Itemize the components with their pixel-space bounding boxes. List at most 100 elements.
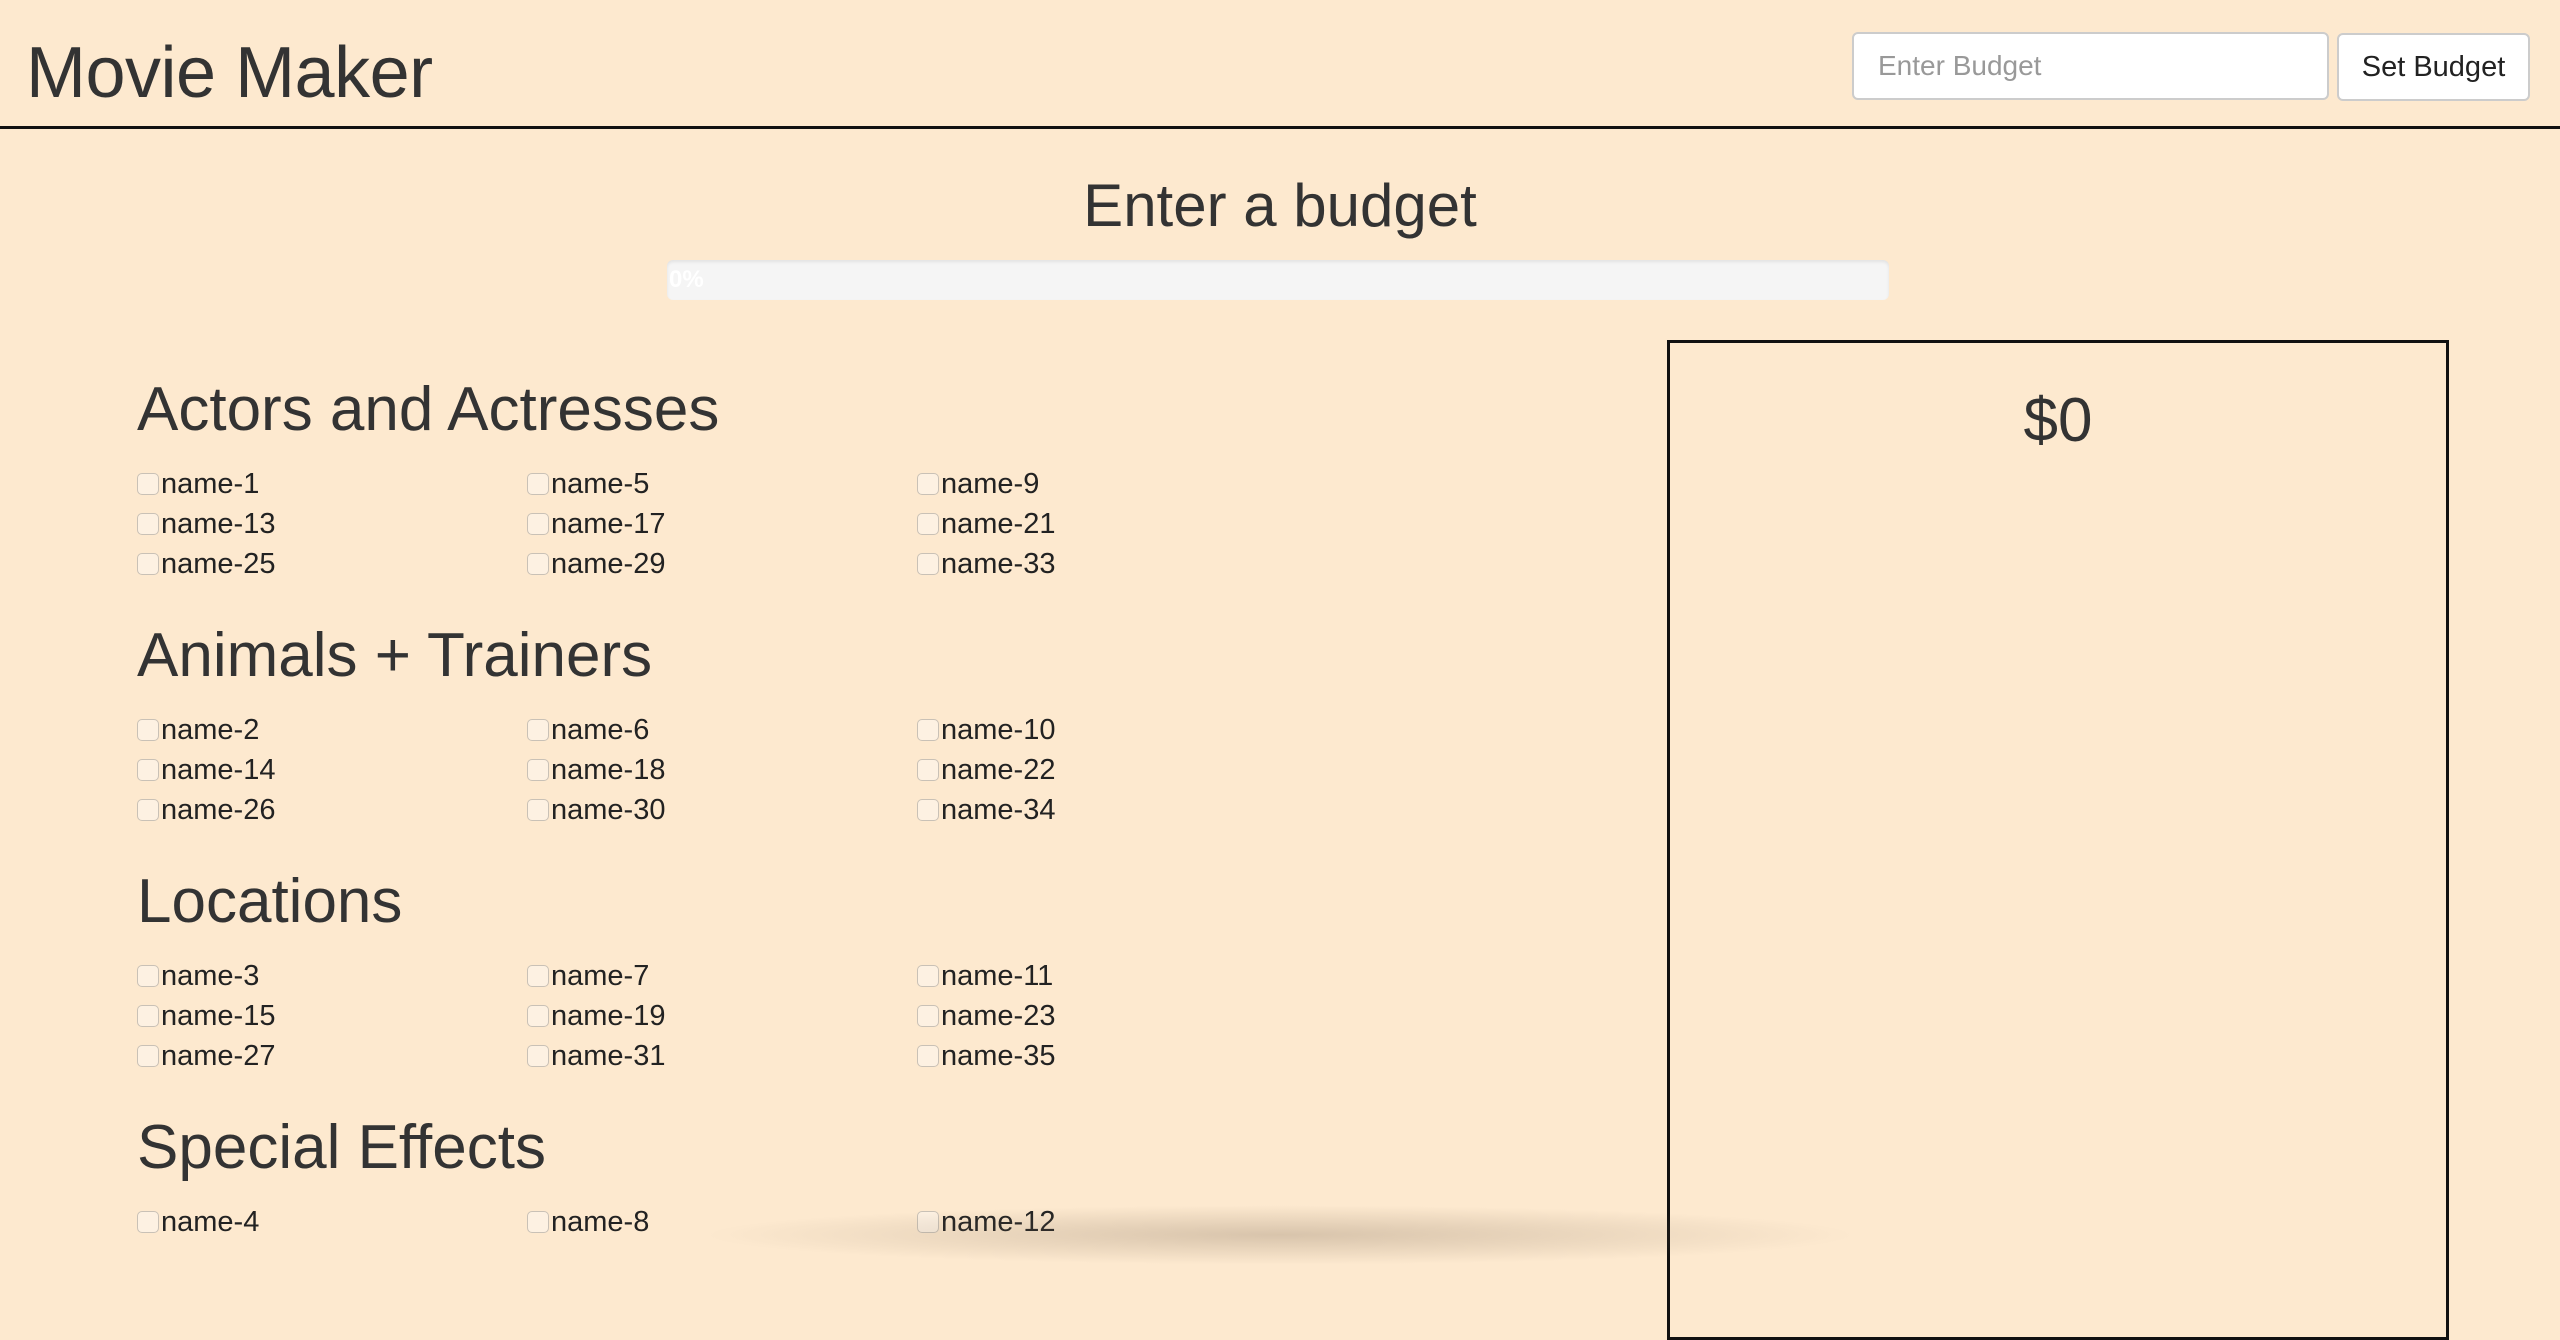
option-item[interactable]: name-5 [527, 464, 649, 504]
option-item[interactable]: name-8 [527, 1202, 649, 1242]
option-checkbox[interactable] [527, 1005, 549, 1027]
option-item[interactable]: name-7 [527, 956, 649, 996]
option-checkbox[interactable] [527, 719, 549, 741]
option-checkbox[interactable] [527, 799, 549, 821]
option-label: name-14 [161, 753, 276, 786]
option-checkbox[interactable] [917, 965, 939, 987]
option-label: name-29 [551, 547, 666, 580]
option-checkbox[interactable] [527, 1211, 549, 1233]
option-label: name-31 [551, 1039, 666, 1072]
option-label: name-10 [941, 713, 1056, 746]
option-item[interactable]: name-1 [137, 464, 259, 504]
option-item[interactable]: name-15 [137, 996, 275, 1036]
section-special-effects: Special Effects name-4 name-8 name-12 [137, 1110, 1437, 1322]
section-actors-and-actresses: Actors and Actresses name-1 name-5 name-9 n… [137, 372, 1437, 584]
budget-summary-panel: $0 [1667, 340, 2449, 1340]
option-grid: name-1 name-5 name-9 name-13 name-17 name-21 n… [137, 464, 1437, 584]
header-bar: Movie Maker Set Budget [0, 0, 2560, 129]
budget-input[interactable] [1852, 32, 2329, 100]
option-grid: name-2 name-6 name-10 name-14 name-18 name-22… [137, 710, 1437, 830]
option-label: name-33 [941, 547, 1056, 580]
option-item[interactable]: name-11 [917, 956, 1053, 996]
option-item[interactable]: name-9 [917, 464, 1039, 504]
option-item[interactable]: name-14 [137, 750, 275, 790]
option-label: name-6 [551, 713, 650, 746]
option-checkbox[interactable] [137, 719, 159, 741]
option-item[interactable]: name-12 [917, 1202, 1055, 1242]
option-item[interactable]: name-21 [917, 504, 1055, 544]
set-budget-button[interactable]: Set Budget [2337, 33, 2530, 101]
option-checkbox[interactable] [527, 553, 549, 575]
option-checkbox[interactable] [137, 1211, 159, 1233]
section-animals-trainers: Animals + Trainers name-2 name-6 name-10 na… [137, 618, 1437, 830]
option-item[interactable]: name-27 [137, 1036, 275, 1076]
option-checkbox[interactable] [137, 1005, 159, 1027]
option-item[interactable]: name-17 [527, 504, 665, 544]
option-checkbox[interactable] [527, 473, 549, 495]
option-label: name-7 [551, 959, 650, 992]
option-checkbox[interactable] [917, 1005, 939, 1027]
option-item[interactable]: name-31 [527, 1036, 665, 1076]
option-label: name-4 [161, 1205, 260, 1238]
option-checkbox[interactable] [917, 1045, 939, 1067]
option-checkbox[interactable] [137, 513, 159, 535]
option-label: name-34 [941, 793, 1056, 826]
option-item[interactable]: name-4 [137, 1202, 259, 1242]
option-checkbox[interactable] [137, 799, 159, 821]
option-item[interactable]: name-6 [527, 710, 649, 750]
option-checkbox[interactable] [917, 1211, 939, 1233]
option-checkbox[interactable] [137, 759, 159, 781]
option-label: name-1 [161, 467, 260, 500]
option-grid: name-4 name-8 name-12 [137, 1202, 1437, 1322]
option-item[interactable]: name-18 [527, 750, 665, 790]
option-item[interactable]: name-3 [137, 956, 259, 996]
option-checkbox[interactable] [917, 513, 939, 535]
option-checkbox[interactable] [917, 799, 939, 821]
app-title: Movie Maker [26, 33, 433, 113]
option-label: name-30 [551, 793, 666, 826]
option-checkbox[interactable] [917, 719, 939, 741]
option-item[interactable]: name-33 [917, 544, 1055, 584]
option-item[interactable]: name-30 [527, 790, 665, 830]
option-checkbox[interactable] [917, 759, 939, 781]
option-item[interactable]: name-23 [917, 996, 1055, 1036]
option-item[interactable]: name-25 [137, 544, 275, 584]
option-label: name-9 [941, 467, 1040, 500]
option-item[interactable]: name-19 [527, 996, 665, 1036]
budget-status-heading: Enter a budget [1083, 172, 1477, 239]
option-label: name-27 [161, 1039, 276, 1072]
section-title: Special Effects [137, 1113, 546, 1182]
option-label: name-19 [551, 999, 666, 1032]
option-checkbox[interactable] [527, 513, 549, 535]
option-label: name-26 [161, 793, 276, 826]
option-item[interactable]: name-35 [917, 1036, 1055, 1076]
option-label: name-22 [941, 753, 1056, 786]
option-label: name-25 [161, 547, 276, 580]
option-label: name-18 [551, 753, 666, 786]
option-checkbox[interactable] [527, 1045, 549, 1067]
section-title: Locations [137, 867, 403, 936]
option-item[interactable]: name-22 [917, 750, 1055, 790]
option-checkbox[interactable] [917, 473, 939, 495]
option-label: name-12 [941, 1205, 1056, 1238]
option-item[interactable]: name-34 [917, 790, 1055, 830]
option-checkbox[interactable] [137, 553, 159, 575]
option-checkbox[interactable] [137, 473, 159, 495]
option-item[interactable]: name-29 [527, 544, 665, 584]
option-checkbox[interactable] [137, 1045, 159, 1067]
option-grid: name-3 name-7 name-11 name-15 name-19 name-23… [137, 956, 1437, 1076]
option-label: name-23 [941, 999, 1056, 1032]
option-checkbox[interactable] [917, 553, 939, 575]
option-item[interactable]: name-13 [137, 504, 275, 544]
option-label: name-11 [941, 959, 1054, 992]
option-label: name-21 [941, 507, 1056, 540]
option-checkbox[interactable] [527, 759, 549, 781]
option-item[interactable]: name-2 [137, 710, 259, 750]
option-item[interactable]: name-10 [917, 710, 1055, 750]
option-label: name-2 [161, 713, 260, 746]
option-label: name-3 [161, 959, 260, 992]
option-item[interactable]: name-26 [137, 790, 275, 830]
option-checkbox[interactable] [137, 965, 159, 987]
option-checkbox[interactable] [527, 965, 549, 987]
section-locations: Locations name-3 name-7 name-11 name-15 name… [137, 864, 1437, 1076]
